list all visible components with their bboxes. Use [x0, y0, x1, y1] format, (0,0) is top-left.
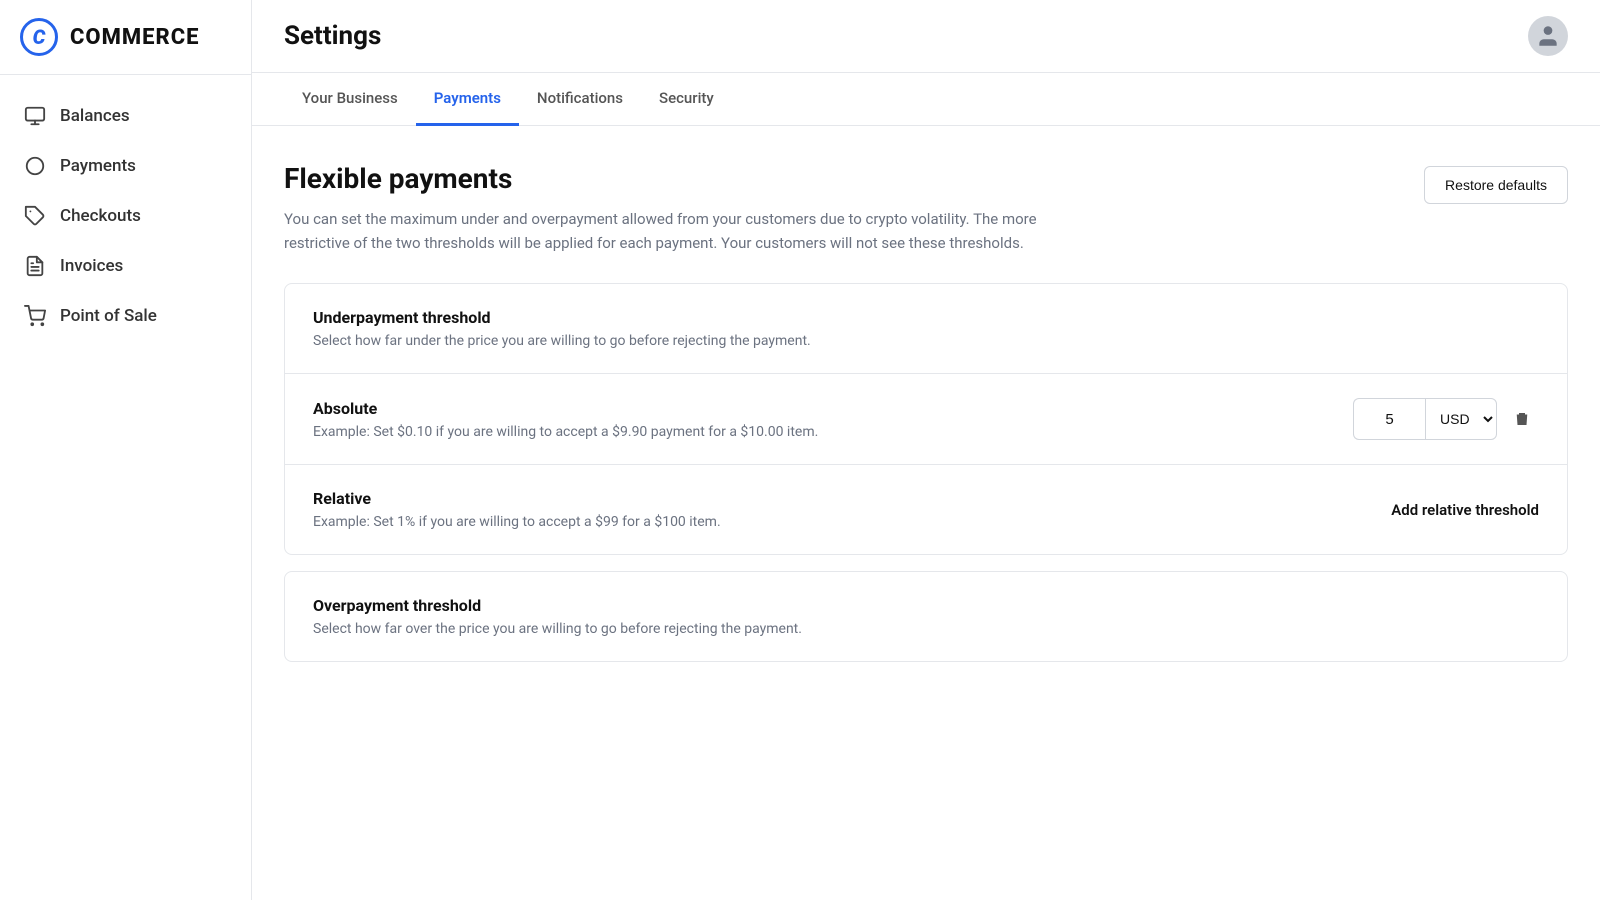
underpayment-title: Underpayment threshold	[313, 308, 1539, 327]
tab-security[interactable]: Security	[641, 73, 732, 126]
tab-notifications[interactable]: Notifications	[519, 73, 641, 126]
overpayment-header: Overpayment threshold Select how far ove…	[285, 572, 1567, 661]
add-relative-threshold-link[interactable]: Add relative threshold	[1391, 501, 1539, 519]
circle-icon	[24, 155, 46, 177]
shopping-cart-icon	[24, 305, 46, 327]
trash-icon	[1513, 410, 1531, 428]
absolute-section: Absolute Example: Set $0.10 if you are w…	[285, 374, 1567, 465]
sidebar-item-label: Balances	[60, 106, 130, 126]
logo-area: C COMMERCE	[0, 0, 251, 75]
user-icon	[1535, 23, 1561, 49]
underpayment-card: Underpayment threshold Select how far un…	[284, 283, 1568, 555]
main-content: Settings Your Business Payments Notifica…	[252, 0, 1600, 900]
absolute-row: Absolute Example: Set $0.10 if you are w…	[313, 398, 1539, 440]
section-title: Flexible payments	[284, 162, 1044, 195]
currency-select[interactable]: USD EUR GBP	[1425, 398, 1497, 440]
overpayment-card: Overpayment threshold Select how far ove…	[284, 571, 1568, 662]
sidebar-item-label: Checkouts	[60, 206, 141, 226]
tab-your-business[interactable]: Your Business	[284, 73, 416, 126]
logo-icon: C	[20, 18, 58, 56]
tag-icon	[24, 205, 46, 227]
file-text-icon	[24, 255, 46, 277]
relative-description: Example: Set 1% if you are willing to ac…	[313, 514, 721, 530]
sidebar-item-payments[interactable]: Payments	[0, 141, 251, 191]
delete-absolute-button[interactable]	[1505, 402, 1539, 436]
relative-row: Relative Example: Set 1% if you are will…	[313, 489, 1539, 530]
page-title: Settings	[284, 21, 381, 51]
absolute-amount-input[interactable]	[1353, 398, 1425, 440]
settings-content: Flexible payments You can set the maximu…	[252, 126, 1600, 900]
logo-text: COMMERCE	[70, 25, 199, 50]
absolute-info: Absolute Example: Set $0.10 if you are w…	[313, 399, 818, 440]
section-header-text: Flexible payments You can set the maximu…	[284, 162, 1044, 255]
overpayment-description: Select how far over the price you are wi…	[313, 621, 1539, 637]
underpayment-description: Select how far under the price you are w…	[313, 333, 1539, 349]
settings-tabs: Your Business Payments Notifications Sec…	[252, 73, 1600, 126]
sidebar-item-balances[interactable]: Balances	[0, 91, 251, 141]
sidebar-item-label: Payments	[60, 156, 136, 176]
absolute-controls: USD EUR GBP	[1353, 398, 1539, 440]
monitor-icon	[24, 105, 46, 127]
section-description: You can set the maximum under and overpa…	[284, 207, 1044, 255]
tab-payments[interactable]: Payments	[416, 73, 519, 126]
sidebar-item-label: Invoices	[60, 256, 123, 276]
sidebar-item-point-of-sale[interactable]: Point of Sale	[0, 291, 251, 341]
sidebar: C COMMERCE Balances Payments Checkouts	[0, 0, 252, 900]
absolute-description: Example: Set $0.10 if you are willing to…	[313, 424, 818, 440]
absolute-label: Absolute	[313, 399, 818, 418]
overpayment-title: Overpayment threshold	[313, 596, 1539, 615]
sidebar-nav: Balances Payments Checkouts Invoices	[0, 75, 251, 900]
underpayment-header: Underpayment threshold Select how far un…	[285, 284, 1567, 374]
relative-section: Relative Example: Set 1% if you are will…	[285, 465, 1567, 554]
relative-label: Relative	[313, 489, 721, 508]
topbar: Settings	[252, 0, 1600, 73]
section-header: Flexible payments You can set the maximu…	[284, 162, 1568, 255]
sidebar-item-checkouts[interactable]: Checkouts	[0, 191, 251, 241]
user-avatar[interactable]	[1528, 16, 1568, 56]
sidebar-item-invoices[interactable]: Invoices	[0, 241, 251, 291]
relative-info: Relative Example: Set 1% if you are will…	[313, 489, 721, 530]
restore-defaults-button[interactable]: Restore defaults	[1424, 166, 1568, 204]
sidebar-item-label: Point of Sale	[60, 306, 157, 326]
